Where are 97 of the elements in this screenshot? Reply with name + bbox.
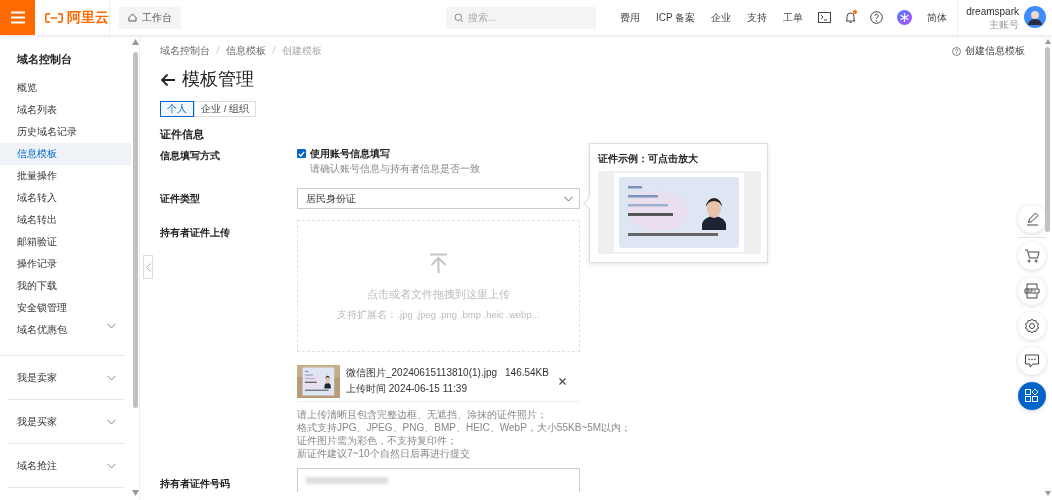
nav-link[interactable]: 支持	[747, 10, 768, 25]
dropzone-hint: 支持扩展名：.jpg .jpeg .png .bmp .heic .webp...	[337, 309, 540, 321]
terminal-icon[interactable]	[818, 12, 832, 23]
group-label: 域名抢注	[17, 458, 57, 473]
select-field[interactable]: 居民身份证	[297, 188, 580, 210]
sidebar-item[interactable]: 历史域名记录	[0, 121, 132, 143]
search-icon	[453, 12, 464, 23]
pencil-icon	[1024, 211, 1040, 227]
group-label: 我是买家	[17, 414, 57, 429]
sidebar-item[interactable]: 域名转入	[0, 187, 132, 209]
slash-icon	[272, 46, 276, 54]
help-icon[interactable]	[870, 11, 884, 24]
field-label: 持有者证件上传	[160, 227, 231, 241]
sidebar-item[interactable]: 邮箱验证	[0, 231, 132, 253]
requirement-note: 新证件建议7~10个自然日后再进行提交	[297, 447, 470, 461]
tab[interactable]: 企业 / 组织	[194, 101, 256, 117]
cart-icon	[1024, 248, 1040, 264]
checkbox[interactable]: 使用账号信息填写	[297, 148, 580, 160]
popover-title: 证件示例：可点击放大	[598, 153, 699, 165]
settings-icon	[1024, 318, 1040, 334]
workbench-button[interactable]: 工作台	[119, 6, 181, 29]
scroll-down-icon[interactable]	[1045, 491, 1051, 496]
help-link[interactable]: 创建信息模板	[952, 45, 1025, 57]
sidebar-group[interactable]: 我是买家	[8, 400, 124, 444]
sidebar-group[interactable]: 域名抢注	[8, 444, 124, 488]
page-title: 模板管理	[182, 69, 254, 91]
section-title: 证件信息	[160, 128, 205, 142]
input-field[interactable]	[297, 468, 580, 493]
menu-icon	[9, 11, 26, 24]
sidebar-title: 域名控制台	[17, 52, 72, 67]
nav-link[interactable]: 费用	[619, 10, 640, 25]
cart-button[interactable]	[1018, 242, 1046, 270]
sidebar-group[interactable]: 我是卖家	[8, 356, 124, 400]
tab[interactable]: 个人	[160, 101, 194, 117]
user-menu[interactable]: dreamspark 主账号	[957, 0, 1019, 35]
avatar[interactable]	[1024, 5, 1046, 28]
pencil-button[interactable]	[1018, 205, 1046, 233]
group-label: 我是卖家	[17, 370, 57, 385]
logo-text: 阿里云	[67, 8, 109, 27]
menu-button[interactable]	[0, 0, 35, 35]
field-label: 证件类型	[160, 192, 201, 205]
collapse-handle[interactable]	[143, 255, 153, 279]
scrollbar-thumb[interactable]	[133, 52, 138, 408]
sidebar-group[interactable]: 域名优惠包	[0, 319, 124, 356]
scroll-down-icon[interactable]	[132, 490, 139, 496]
hint-text: 请确认账号信息与持有者信息是否一致	[310, 163, 481, 176]
checkbox-box[interactable]	[297, 149, 306, 159]
user-name: dreamspark	[966, 5, 1019, 17]
nav-link[interactable]: ICP 备案	[655, 10, 696, 25]
apps-button[interactable]	[1018, 382, 1046, 410]
requirement-note: 格式支持JPG、JPEG、PNG、BMP、HEIC、WebP，大小55KB~5M以内；	[297, 421, 632, 435]
sidebar-item[interactable]: 域名转出	[0, 209, 132, 231]
upload-icon	[429, 253, 448, 275]
requirement-note: 证件图片需为彩色，不支持复印件；	[297, 434, 457, 448]
chat-icon	[1024, 353, 1040, 369]
sidebar-item[interactable]: 概览	[0, 77, 132, 99]
nav-link[interactable]: 企业	[711, 10, 732, 25]
chevron-icon	[564, 195, 573, 202]
breadcrumb-link[interactable]: 信息模板	[226, 45, 266, 57]
breadcrumb-link[interactable]: 域名控制台	[160, 45, 210, 57]
brackets-logo-icon	[45, 11, 63, 24]
slash-icon	[216, 46, 220, 54]
language-link[interactable]: 简体	[927, 10, 948, 25]
api-document-button[interactable]	[1018, 277, 1046, 305]
scrollbar-thumb[interactable]	[1045, 47, 1050, 232]
chevron-icon	[107, 462, 116, 469]
file-name: 微信图片_20240615113810(1).jpg	[346, 367, 498, 380]
search-field[interactable]: 搜索...	[445, 6, 596, 29]
field-label: 信息填写方式	[160, 150, 221, 163]
sidebar-item[interactable]: 操作记录	[0, 253, 132, 275]
chevron-icon	[107, 374, 116, 381]
sidebar-item[interactable]: 域名列表	[0, 99, 132, 121]
sidebar-item[interactable]: 我的下载	[0, 275, 132, 297]
home-icon	[128, 13, 137, 22]
nav-link[interactable]: 工单	[783, 10, 804, 25]
bell-icon[interactable]	[845, 11, 857, 24]
remove-file-button[interactable]	[559, 377, 566, 385]
upload-time: 上传时间 2024-06-15 11:39	[346, 383, 468, 396]
scroll-up-icon[interactable]	[132, 39, 139, 45]
file-size: 146.54KB	[505, 367, 549, 380]
chevron-icon	[107, 323, 116, 329]
settings-button[interactable]	[1018, 312, 1046, 340]
sidebar-item[interactable]: 信息模板	[0, 143, 131, 165]
help-icon	[952, 46, 961, 56]
sparkle-icon[interactable]	[897, 10, 913, 25]
dropzone-text: 点击或者文件拖拽到这里上传	[367, 288, 510, 301]
apps-icon	[1024, 388, 1040, 404]
chevron-icon	[107, 418, 116, 425]
scroll-up-icon[interactable]	[1045, 39, 1051, 44]
sidebar-item[interactable]: 批量操作	[0, 165, 132, 187]
field-label: 持有者证件号码	[160, 478, 231, 492]
chat-button[interactable]	[1018, 347, 1046, 375]
sidebar-item[interactable]: 安全锁管理	[0, 297, 132, 319]
requirement-note: 请上传清晰且包含完整边框、无遮挡、涂抹的证件照片；	[297, 408, 547, 422]
account-role: 主账号	[989, 18, 1019, 30]
back-arrow-icon[interactable]	[160, 73, 176, 87]
group-label: 域名优惠包	[17, 323, 67, 337]
